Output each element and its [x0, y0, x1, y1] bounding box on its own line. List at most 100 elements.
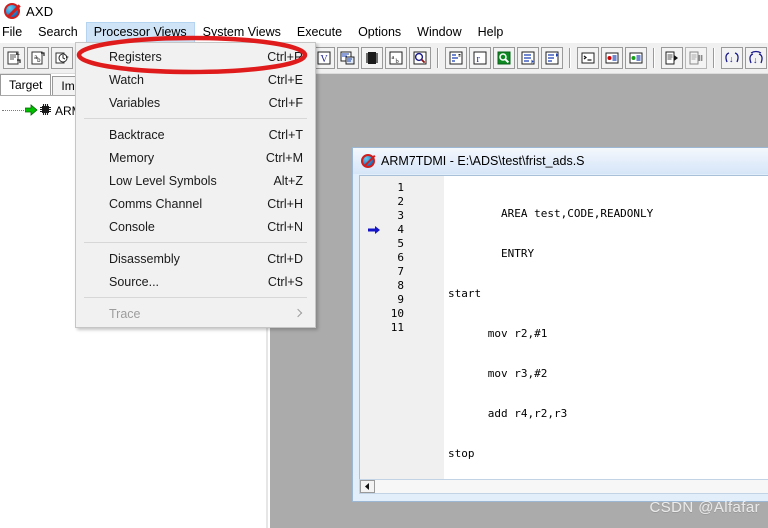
- menu-item-accelerator: Ctrl+T: [268, 127, 303, 142]
- source-window-body: 1 2 3 4 5 6 7 8 9 10 11 AREA test,CODE,R…: [359, 175, 768, 481]
- low-level-symbols-icon[interactable]: [409, 47, 431, 69]
- line-number: 7: [397, 265, 404, 278]
- line-number: 4: [360, 223, 444, 237]
- tree-connector: [2, 110, 24, 112]
- code-line: add r4,r2,r3: [448, 407, 568, 420]
- menu-item-accelerator: Ctrl+S: [267, 274, 303, 289]
- toolbar-separator: [713, 48, 715, 68]
- registers-r-icon[interactable]: r: [469, 47, 491, 69]
- watch-view-icon[interactable]: [337, 47, 359, 69]
- menu-item-label: Source...: [109, 274, 160, 289]
- menu-processor-views[interactable]: Processor Views: [85, 22, 195, 43]
- menu-item-label: Low Level Symbols: [109, 173, 217, 188]
- menu-item-memory[interactable]: Memory Ctrl+M: [76, 146, 315, 169]
- search-icon[interactable]: [493, 47, 515, 69]
- menu-item-label: Registers: [109, 49, 162, 64]
- breakpoints-icon[interactable]: [601, 47, 623, 69]
- menu-item-accelerator: Ctrl+D: [267, 251, 303, 266]
- code-area[interactable]: 1 2 3 4 5 6 7 8 9 10 11 AREA test,CODE,R…: [360, 176, 768, 481]
- watchpoints-icon[interactable]: [625, 47, 647, 69]
- scroll-track[interactable]: [375, 480, 768, 493]
- open-file-icon[interactable]: [3, 47, 25, 69]
- menu-item-low-level-symbols[interactable]: Low Level Symbols Alt+Z: [76, 169, 315, 192]
- step-in-icon[interactable]: ↓: [721, 47, 743, 69]
- svg-text:a: a: [392, 54, 395, 61]
- menu-options[interactable]: Options: [350, 22, 409, 43]
- menu-item-accelerator: Ctrl+E: [267, 72, 303, 87]
- registers-view-icon[interactable]: V: [313, 47, 335, 69]
- svg-text:↓: ↓: [753, 55, 758, 65]
- menu-separator: [84, 297, 307, 298]
- menu-item-trace[interactable]: Trace: [76, 302, 315, 325]
- chevron-right-icon: [293, 309, 303, 319]
- source-window: ARM7TDMI - E:\ADS\test\frist_ads.S 1 2 3: [352, 147, 768, 502]
- toolbar-separator: [569, 48, 571, 68]
- menu-item-disassembly[interactable]: Disassembly Ctrl+D: [76, 247, 315, 270]
- code-line: stop: [448, 447, 475, 460]
- menu-item-accelerator: Ctrl+M: [265, 150, 303, 165]
- menu-item-accelerator: Ctrl+R: [267, 49, 303, 64]
- line-number: 5: [397, 237, 404, 250]
- menu-file[interactable]: File: [0, 22, 30, 43]
- source-horizontal-scrollbar[interactable]: [359, 479, 768, 494]
- line-number: 3: [397, 209, 404, 222]
- menu-item-label: Comms Channel: [109, 196, 203, 211]
- window-title: AXD: [26, 3, 54, 19]
- processor-views-dropdown[interactable]: Registers Ctrl+R Watch Ctrl+E Variables …: [75, 42, 316, 328]
- source-code-text[interactable]: AREA test,CODE,READONLY ENTRY start mov …: [444, 176, 768, 481]
- stop-icon[interactable]: [685, 47, 707, 69]
- source-window-titlebar[interactable]: ARM7TDMI - E:\ADS\test\frist_ads.S: [353, 148, 768, 174]
- menu-search[interactable]: Search: [30, 22, 86, 43]
- axd-app-icon: [4, 3, 20, 19]
- code-line: AREA test,CODE,READONLY: [448, 207, 654, 220]
- green-arrow-icon: [24, 103, 38, 119]
- toolbar-separator: [437, 48, 439, 68]
- menu-execute[interactable]: Execute: [289, 22, 350, 43]
- axd-app-icon: [361, 154, 375, 168]
- menu-window[interactable]: Window: [409, 22, 469, 43]
- menu-help[interactable]: Help: [470, 22, 512, 43]
- menu-item-accelerator: Ctrl+N: [267, 219, 303, 234]
- title-bar: AXD: [0, 0, 768, 22]
- line-number: 9: [397, 293, 404, 306]
- reload-image-icon[interactable]: [51, 47, 73, 69]
- menu-item-comms-channel[interactable]: Comms Channel Ctrl+H: [76, 192, 315, 215]
- menu-item-label: Memory: [109, 150, 155, 165]
- menu-item-console[interactable]: Console Ctrl+N: [76, 215, 315, 238]
- code-line: mov r2,#1: [448, 327, 548, 340]
- memory-view-icon[interactable]: [361, 47, 383, 69]
- line-number-gutter[interactable]: 1 2 3 4 5 6 7 8 9 10 11: [360, 176, 444, 481]
- line-number: 1: [397, 181, 404, 194]
- menu-item-label: Watch: [109, 72, 144, 87]
- menu-item-backtrace[interactable]: Backtrace Ctrl+T: [76, 123, 315, 146]
- disassembly-view-icon[interactable]: [517, 47, 539, 69]
- step-over-icon[interactable]: ↓: [745, 47, 767, 69]
- source-window-title: ARM7TDMI - E:\ADS\test\frist_ads.S: [381, 154, 585, 168]
- menu-item-variables[interactable]: Variables Ctrl+F: [76, 91, 315, 114]
- svg-text:b: b: [396, 58, 399, 65]
- menu-bar[interactable]: File Search Processor Views System Views…: [0, 22, 768, 43]
- axd-application-window: AXD File Search Processor Views System V…: [0, 0, 768, 528]
- line-number: 10: [390, 307, 404, 320]
- svg-text:b: b: [37, 57, 41, 64]
- menu-item-registers[interactable]: Registers Ctrl+R: [76, 45, 315, 68]
- console-view-icon[interactable]: [577, 47, 599, 69]
- variables-view-icon[interactable]: a b: [385, 47, 407, 69]
- menu-item-label: Variables: [109, 95, 161, 110]
- tab-target[interactable]: Target: [0, 74, 52, 95]
- source-view-icon[interactable]: [541, 47, 563, 69]
- cpu-icon: [39, 103, 52, 119]
- reload-file-icon[interactable]: a b: [27, 47, 49, 69]
- backtrace-view-icon[interactable]: [445, 47, 467, 69]
- menu-item-source[interactable]: Source... Ctrl+S: [76, 270, 315, 293]
- run-icon[interactable]: [661, 47, 683, 69]
- line-number: 6: [397, 251, 404, 264]
- line-number: 2: [397, 195, 404, 208]
- menu-system-views[interactable]: System Views: [195, 22, 289, 43]
- toolbar-separator: [653, 48, 655, 68]
- menu-item-watch[interactable]: Watch Ctrl+E: [76, 68, 315, 91]
- scroll-left-button[interactable]: [360, 480, 375, 493]
- code-line: mov r3,#2: [448, 367, 548, 380]
- menu-separator: [84, 118, 307, 119]
- code-line: start: [448, 287, 482, 300]
